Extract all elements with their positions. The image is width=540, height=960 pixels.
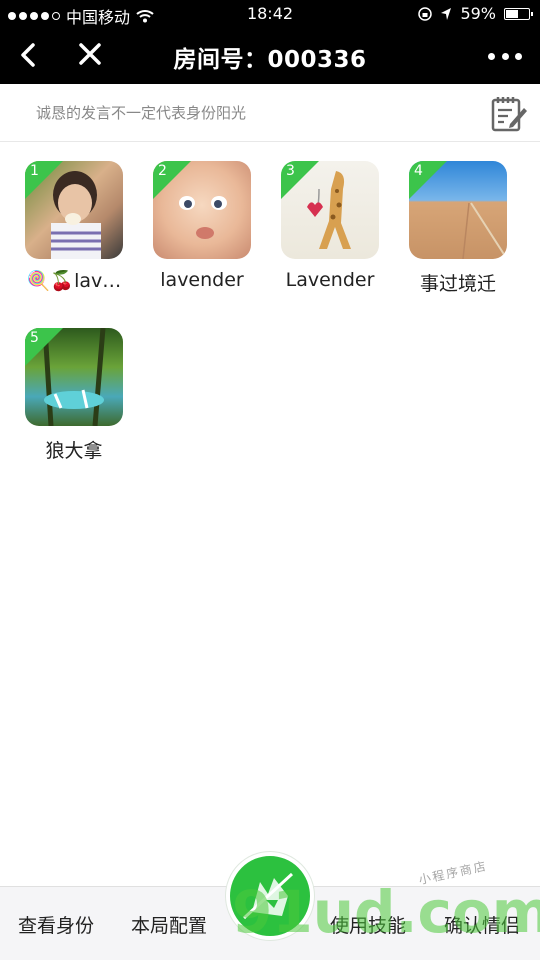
more-button[interactable]	[488, 44, 522, 68]
battery-percent: 59%	[460, 4, 496, 23]
player-seat-3[interactable]: 3 Lavender	[266, 161, 394, 291]
notice-bar: 诚恳的发言不一定代表身份阳光	[0, 84, 540, 142]
player-name: lavender	[160, 269, 244, 291]
notice-text: 诚恳的发言不一定代表身份阳光	[36, 104, 247, 122]
edit-note-button[interactable]	[490, 94, 528, 132]
confirm-lovers-button[interactable]: 确认情侣	[444, 911, 520, 938]
nav-bar: 房间号：000336	[0, 28, 540, 84]
player-seat-5[interactable]: 5 狼大拿	[10, 328, 138, 463]
seat-number: 5	[30, 330, 39, 346]
player-name: 狼大拿	[45, 440, 103, 462]
edit-note-icon	[491, 97, 527, 132]
player-name: 🍭🍒lav…	[26, 270, 122, 292]
battery-icon	[504, 7, 533, 20]
seat-number: 1	[30, 163, 39, 179]
player-name: 事过境迁	[419, 273, 496, 295]
rotation-lock-icon	[418, 6, 433, 21]
view-identity-button[interactable]: 查看身份	[18, 911, 94, 938]
player-seat-4[interactable]: 4 事过境迁	[394, 161, 522, 296]
room-title: 房间号：000336	[173, 47, 367, 73]
more-dot	[488, 52, 495, 60]
status-bar: 中国移动 18:42 59%	[0, 0, 540, 28]
avatar[interactable]: 3	[281, 161, 379, 259]
center-action-button[interactable]	[226, 852, 314, 940]
watermark-subtext: 小程序商店	[417, 858, 489, 888]
avatar[interactable]: 1	[25, 161, 123, 259]
avatar[interactable]: 2	[153, 161, 251, 259]
use-skill-button[interactable]: 使用技能	[330, 911, 406, 938]
seat-number: 4	[414, 163, 423, 179]
player-name: Lavender	[285, 269, 375, 291]
wolf-logo-icon	[242, 872, 294, 920]
seat-number: 3	[286, 163, 295, 179]
more-dot	[501, 52, 509, 60]
avatar[interactable]: 4	[409, 161, 507, 259]
game-config-button[interactable]: 本局配置	[131, 911, 207, 938]
status-right: 59%	[418, 4, 533, 23]
more-dot	[515, 52, 522, 60]
seat-number: 2	[158, 163, 167, 179]
player-seat-2[interactable]: 2 lavender	[138, 161, 266, 291]
player-seat-1[interactable]: 1 🍭🍒lav…	[10, 161, 138, 292]
location-icon	[441, 7, 452, 20]
avatar[interactable]: 5	[25, 328, 123, 426]
